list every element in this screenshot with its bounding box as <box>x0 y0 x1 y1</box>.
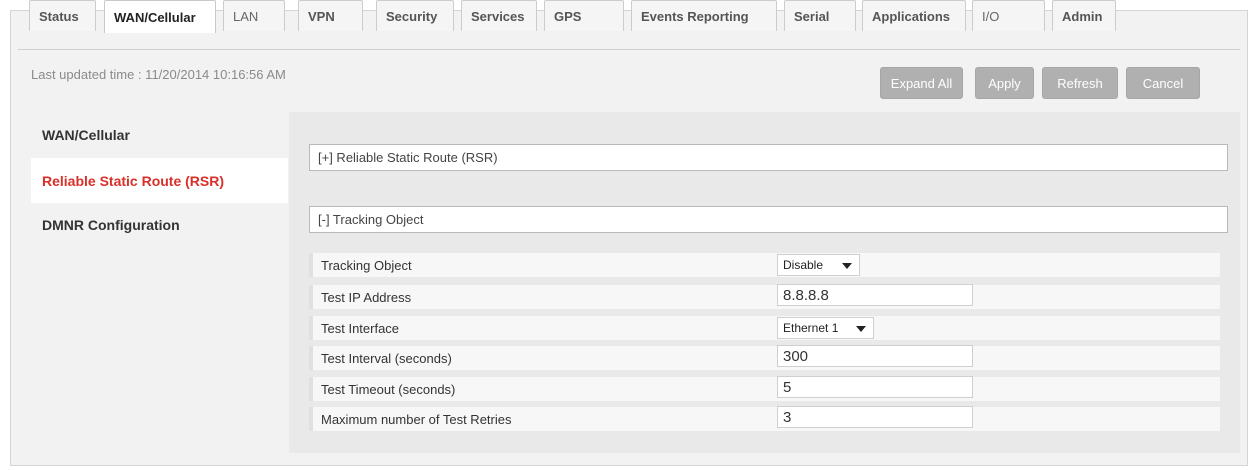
section-title: [-] Tracking Object <box>318 212 424 227</box>
form-row <box>309 316 1220 340</box>
sidebar-item-label: Reliable Static Route (RSR) <box>42 172 225 189</box>
caret-down-icon <box>856 326 866 332</box>
last-updated-time: Last updated time : 11/20/2014 10:16:56 … <box>31 67 286 82</box>
test-timeout-input[interactable] <box>777 376 973 398</box>
tab-label: Status <box>39 8 79 24</box>
tab-label: Serial <box>794 8 830 24</box>
tab-label: WAN/Cellular <box>114 9 196 25</box>
tab-label: I/O <box>982 8 1000 24</box>
tracking-object-select[interactable]: Disable <box>777 254 860 276</box>
cancel-button[interactable]: Cancel <box>1126 67 1200 99</box>
test-ip-label: Test IP Address <box>321 290 412 305</box>
sidebar-item-dmnr[interactable]: DMNR Configuration <box>31 202 288 247</box>
test-interface-select[interactable]: Ethernet 1 <box>777 317 874 339</box>
test-interval-label: Test Interval (seconds) <box>321 351 452 366</box>
sidebar-item-label: DMNR Configuration <box>42 216 180 233</box>
tab-label: Applications <box>872 8 951 24</box>
apply-button[interactable]: Apply <box>975 67 1034 99</box>
section-header-tracking-object[interactable]: [-] Tracking Object <box>309 206 1228 233</box>
test-timeout-label: Test Timeout (seconds) <box>321 382 456 397</box>
tab-label: Admin <box>1062 8 1103 24</box>
test-ip-input[interactable] <box>777 284 973 306</box>
tab-serial[interactable]: Serial <box>784 0 856 31</box>
tab-admin[interactable]: Admin <box>1052 0 1116 31</box>
tab-label: GPS <box>554 8 582 24</box>
tab-gps[interactable]: GPS <box>544 0 624 31</box>
expand-all-button[interactable]: Expand All <box>880 67 963 99</box>
tab-lan[interactable]: LAN <box>223 0 285 31</box>
max-retries-label: Maximum number of Test Retries <box>321 412 512 427</box>
tab-services[interactable]: Services <box>461 0 537 31</box>
section-header-rsr[interactable]: [+] Reliable Static Route (RSR) <box>309 144 1228 171</box>
form-row <box>309 253 1220 277</box>
test-interface-label: Test Interface <box>321 321 400 336</box>
select-value: Ethernet 1 <box>783 321 839 335</box>
tab-io[interactable]: I/O <box>972 0 1045 31</box>
tab-applications[interactable]: Applications <box>862 0 966 31</box>
tab-label: VPN <box>308 8 335 24</box>
section-title: [+] Reliable Static Route (RSR) <box>318 150 498 165</box>
sidebar-item-label: WAN/Cellular <box>42 126 130 143</box>
tab-security[interactable]: Security <box>376 0 454 31</box>
tab-wan-cellular[interactable]: WAN/Cellular <box>104 0 216 33</box>
refresh-button[interactable]: Refresh <box>1042 67 1118 99</box>
tab-label: Services <box>471 8 525 24</box>
sidebar-item-wan-cellular[interactable]: WAN/Cellular <box>31 112 288 157</box>
tab-events-reporting[interactable]: Events Reporting <box>631 0 777 31</box>
tab-label: Security <box>386 8 438 24</box>
form-row <box>309 285 1220 309</box>
select-value: Disable <box>783 258 824 272</box>
sidebar-item-rsr[interactable]: Reliable Static Route (RSR) <box>31 158 288 203</box>
tab-status[interactable]: Status <box>29 0 96 31</box>
tracking-object-label: Tracking Object <box>321 258 412 273</box>
caret-down-icon <box>842 263 852 269</box>
max-retries-input[interactable] <box>777 406 973 428</box>
tab-label: LAN <box>233 8 259 24</box>
tab-label: Events Reporting <box>641 8 749 24</box>
tab-vpn[interactable]: VPN <box>298 0 363 31</box>
test-interval-input[interactable] <box>777 345 973 367</box>
